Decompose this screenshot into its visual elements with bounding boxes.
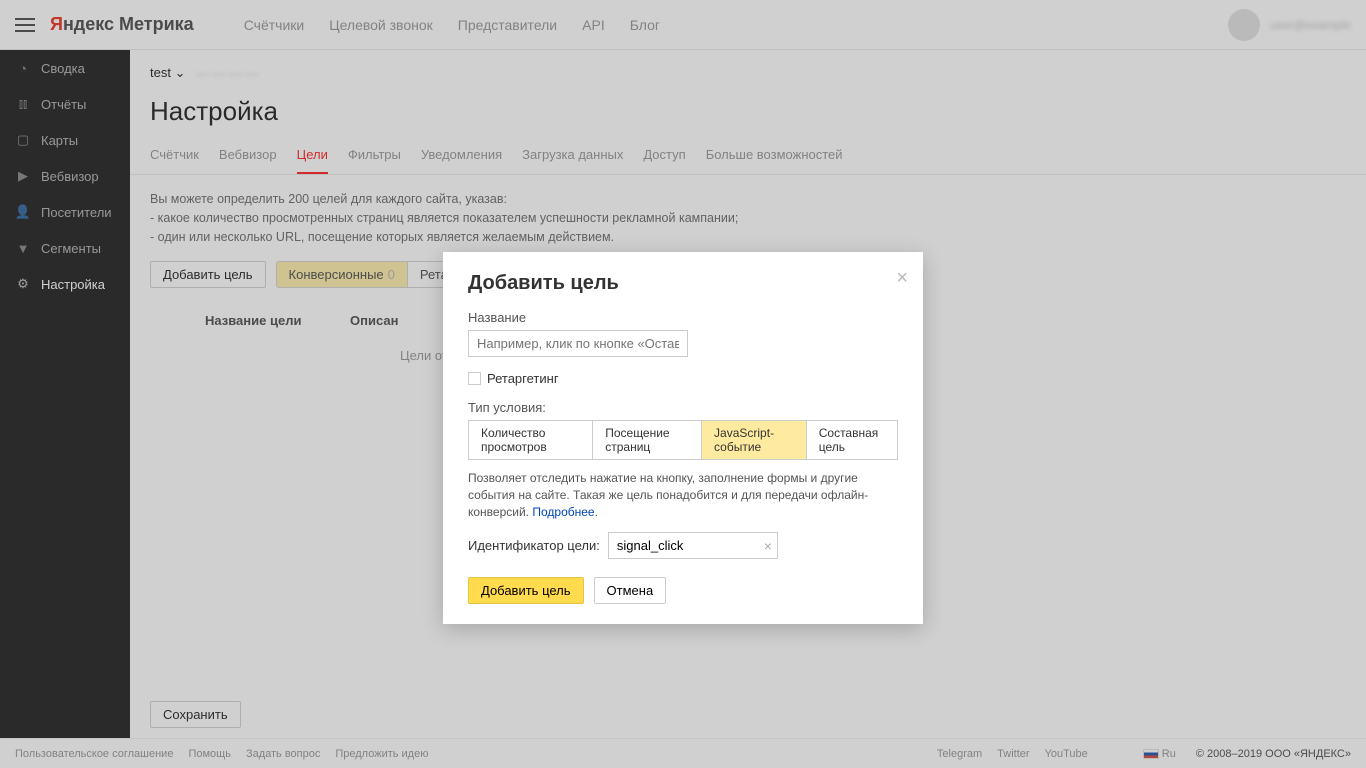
cond-js-event[interactable]: JavaScript-событие — [702, 420, 807, 460]
modal-actions: Добавить цель Отмена — [468, 577, 898, 604]
cond-composite[interactable]: Составная цель — [807, 420, 898, 460]
condition-section: Тип условия: Количество просмотров Посещ… — [468, 400, 898, 559]
goal-id-label: Идентификатор цели: — [468, 538, 600, 553]
close-icon[interactable]: × — [896, 267, 908, 290]
add-goal-modal: × Добавить цель Название Ретаргетинг Тип… — [443, 252, 923, 624]
modal-name-section: Название — [468, 310, 898, 357]
condition-label: Тип условия: — [468, 400, 898, 415]
clear-icon[interactable]: × — [764, 538, 772, 554]
cond-views[interactable]: Количество просмотров — [468, 420, 593, 460]
modal-cancel-button[interactable]: Отмена — [594, 577, 667, 604]
retargeting-checkbox[interactable]: Ретаргетинг — [468, 371, 898, 386]
condition-desc: Позволяет отследить нажатие на кнопку, з… — [468, 470, 898, 520]
checkbox-icon — [468, 372, 481, 385]
goal-name-input[interactable] — [468, 330, 688, 357]
goal-id-row: Идентификатор цели: × — [468, 532, 898, 559]
desc-more-link[interactable]: Подробнее — [532, 505, 594, 519]
modal-title: Добавить цель — [468, 272, 898, 295]
condition-tabs: Количество просмотров Посещение страниц … — [468, 420, 898, 460]
cond-pages[interactable]: Посещение страниц — [593, 420, 702, 460]
goal-id-input[interactable] — [608, 532, 778, 559]
modal-overlay[interactable]: × Добавить цель Название Ретаргетинг Тип… — [0, 0, 1366, 768]
name-label: Название — [468, 310, 898, 325]
modal-submit-button[interactable]: Добавить цель — [468, 577, 584, 604]
